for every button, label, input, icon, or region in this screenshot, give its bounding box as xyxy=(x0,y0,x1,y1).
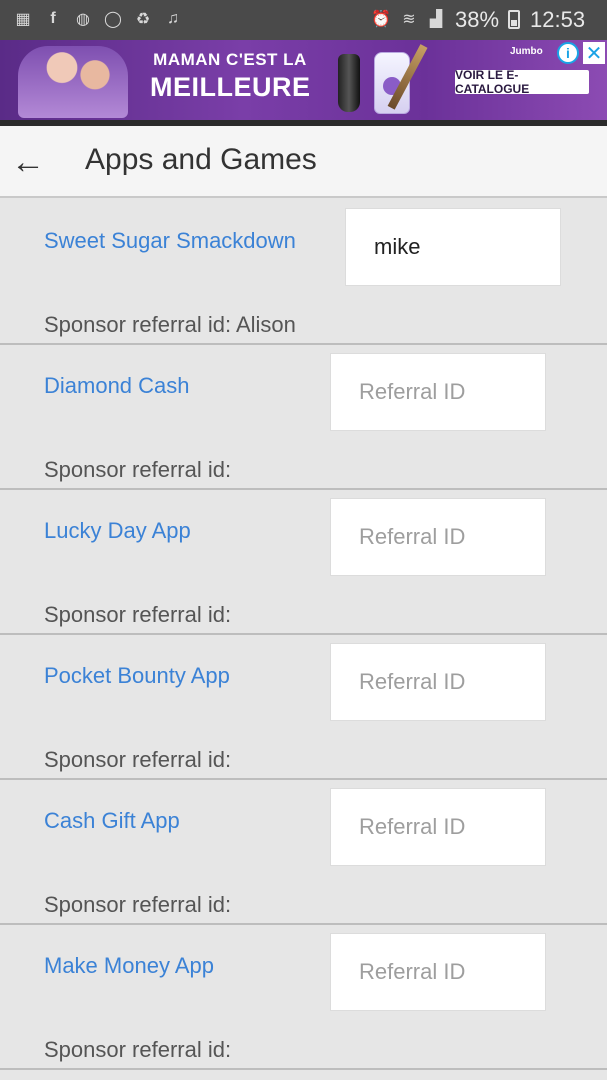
referral-id-input[interactable]: Referral ID xyxy=(330,788,546,866)
ad-close-icon[interactable]: ✕ xyxy=(583,42,605,65)
ad-banner[interactable]: MAMAN C'EST LA MEILLEURE Jumbo VOIR LE E… xyxy=(0,40,607,120)
app-name-link[interactable]: Lucky Day App xyxy=(44,518,191,544)
facebook-icon: f xyxy=(50,10,56,27)
list-item: Pocket Bounty App Referral ID Sponsor re… xyxy=(0,635,607,780)
list-item: Cash Gift App Referral ID Sponsor referr… xyxy=(0,780,607,925)
battery-percent: 38% xyxy=(455,7,500,32)
ad-vase-image xyxy=(338,54,360,112)
list-item: Sweet Sugar Smackdown mike Sponsor refer… xyxy=(0,200,607,345)
referral-id-input[interactable]: mike xyxy=(345,208,561,286)
list-item: Make Money App Referral ID Sponsor refer… xyxy=(0,925,607,1070)
app-name-link[interactable]: Sweet Sugar Smackdown xyxy=(44,228,296,254)
app-bar: ← Apps and Games xyxy=(0,126,607,198)
referral-id-input[interactable]: Referral ID xyxy=(330,643,546,721)
apps-list: Sweet Sugar Smackdown mike Sponsor refer… xyxy=(0,200,607,1070)
music-icon: ♫ xyxy=(167,10,179,27)
gallery-icon: ▦ xyxy=(15,11,31,28)
sponsor-referral-label: Sponsor referral id: xyxy=(44,602,232,627)
ad-cta-button[interactable]: VOIR LE E-CATALOGUE xyxy=(455,68,589,96)
app-name-link[interactable]: Pocket Bounty App xyxy=(44,663,230,689)
referral-id-input[interactable]: Referral ID xyxy=(330,498,546,576)
battery-icon xyxy=(508,10,520,29)
signal-icon: ▟ xyxy=(429,11,443,28)
referral-id-input[interactable]: Referral ID xyxy=(330,353,546,431)
ad-info-icon[interactable]: i xyxy=(557,42,579,64)
alarm-icon: ⏰ xyxy=(371,11,391,28)
app-name-link[interactable]: Diamond Cash xyxy=(44,373,190,399)
clock: 12:53 xyxy=(530,7,586,32)
messenger-icon: ◍ xyxy=(76,11,90,28)
list-item: Diamond Cash Referral ID Sponsor referra… xyxy=(0,345,607,490)
sponsor-referral-label: Sponsor referral id: xyxy=(44,892,232,917)
sponsor-referral-label: Sponsor referral id: Alison xyxy=(44,312,296,337)
app-name-link[interactable]: Make Money App xyxy=(44,953,214,979)
list-item: Lucky Day App Referral ID Sponsor referr… xyxy=(0,490,607,635)
ad-brand-logo: Jumbo xyxy=(510,46,543,57)
sponsor-referral-label: Sponsor referral id: xyxy=(44,1037,232,1062)
ad-headline: MAMAN C'EST LA MEILLEURE xyxy=(150,50,310,103)
whatsapp-icon: ◯ xyxy=(104,11,122,28)
status-bar: ▦ f ◍ ◯ ♻ ♫ ⏰ ≋ ▟ 38% 12:53 xyxy=(0,0,607,40)
sponsor-referral-label: Sponsor referral id: xyxy=(44,747,232,772)
page-title: Apps and Games xyxy=(85,143,317,176)
back-arrow-icon[interactable]: ← xyxy=(8,142,48,182)
wifi-icon: ≋ xyxy=(402,11,416,28)
sponsor-referral-label: Sponsor referral id: xyxy=(44,457,232,482)
ad-headline-line1: MAMAN C'EST LA xyxy=(153,50,307,69)
recycle-icon: ♻ xyxy=(135,11,151,28)
referral-id-input[interactable]: Referral ID xyxy=(330,933,546,1011)
app-name-link[interactable]: Cash Gift App xyxy=(44,808,180,834)
ad-headline-line2: MEILLEURE xyxy=(150,72,311,102)
ad-image xyxy=(18,46,128,118)
